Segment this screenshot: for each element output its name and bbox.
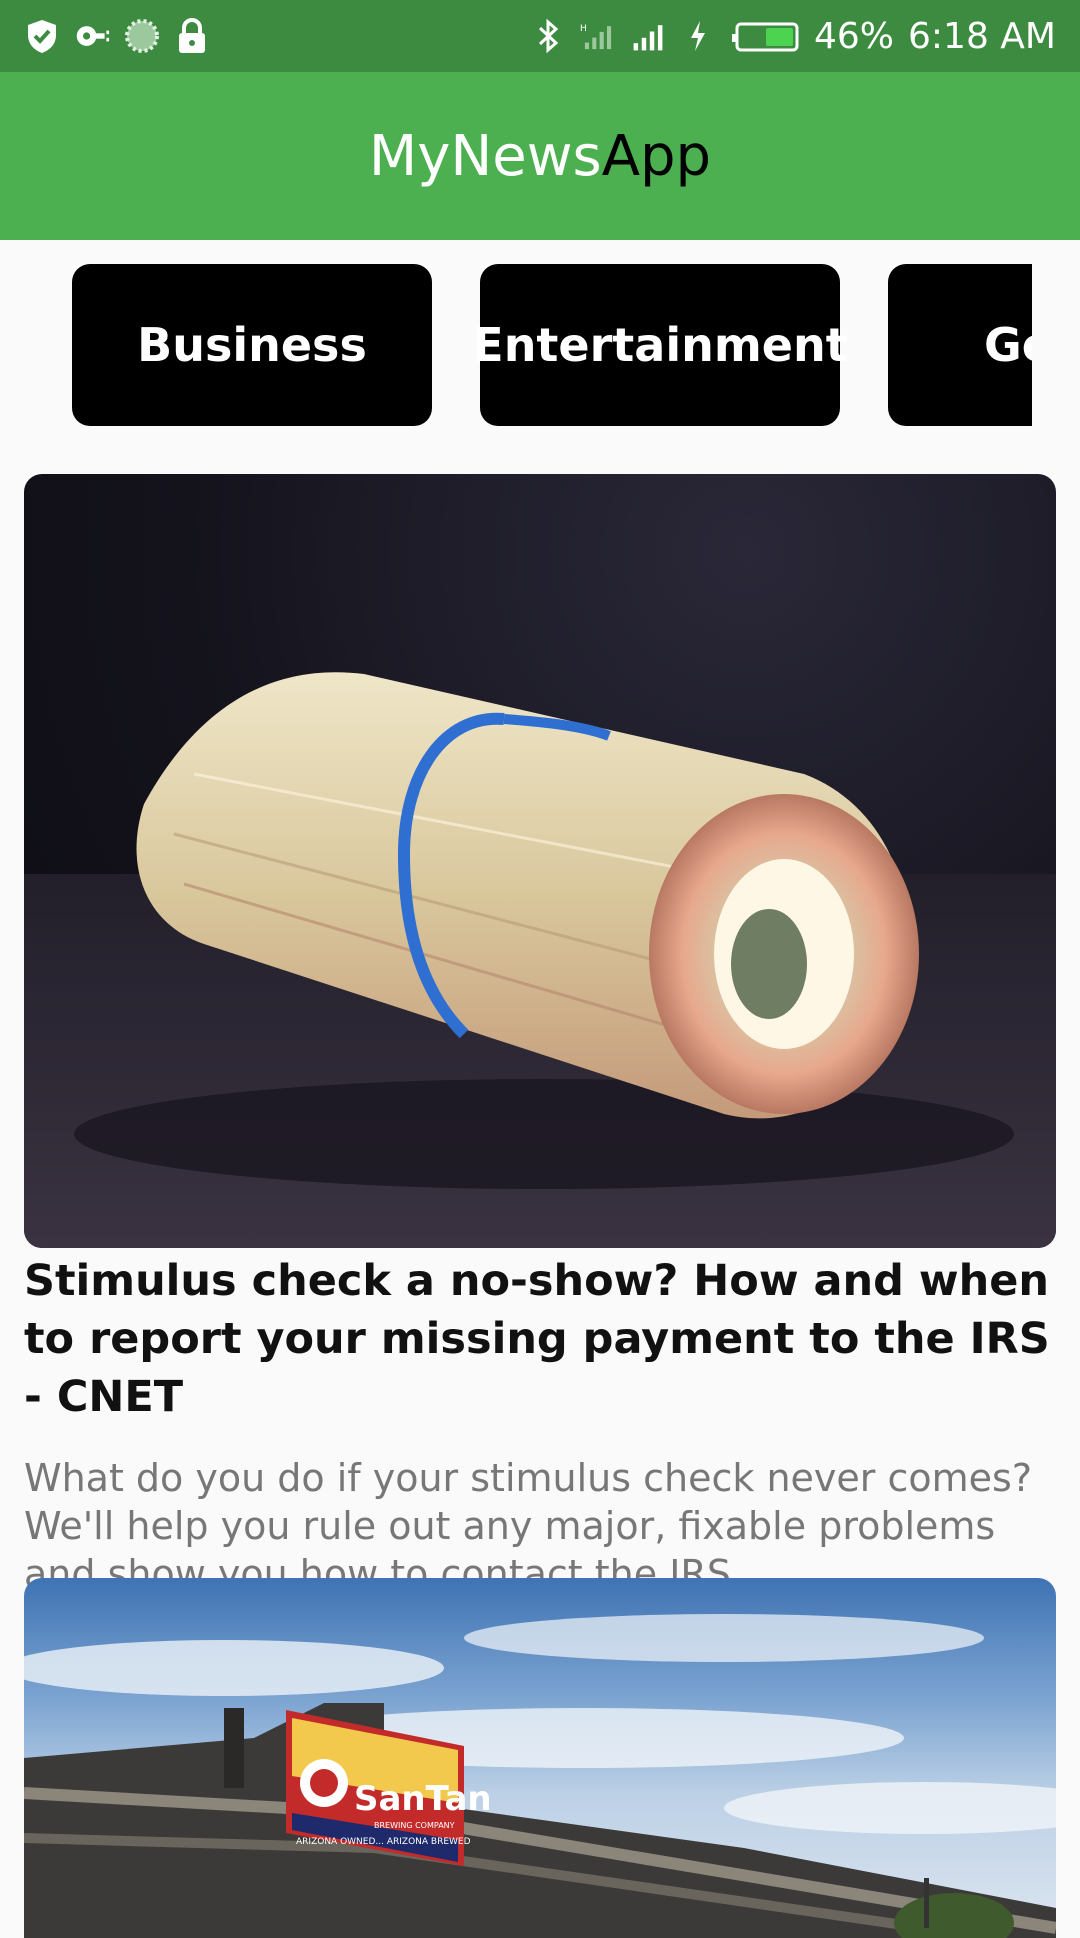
article-card[interactable]: Stimulus check a no-show? How and when t…: [24, 474, 1056, 1598]
signal-icon: [630, 18, 666, 54]
sign-brand: SanTan: [354, 1779, 492, 1819]
app-bar: MyNews App: [0, 72, 1080, 240]
battery-icon: [730, 18, 800, 54]
status-bar: H 46% 6:18 AM: [0, 0, 1080, 72]
clock: 6:18 AM: [908, 15, 1056, 57]
category-business-button[interactable]: Business: [72, 264, 432, 426]
battery-percent: 46%: [814, 15, 895, 57]
category-entertainment-button[interactable]: Entertainment: [472, 264, 848, 426]
key-icon: [74, 18, 110, 54]
svg-text:H: H: [580, 24, 587, 34]
signal-icon: H: [580, 18, 616, 54]
article-card[interactable]: SanTan BREWING COMPANY ARIZONA OWNED... …: [24, 1578, 1056, 1938]
charging-icon: [680, 18, 716, 54]
article-description: What do you do if your stimulus check ne…: [24, 1456, 1033, 1596]
status-left-icons: [24, 18, 210, 54]
loading-icon: [124, 18, 160, 54]
app-title-part1: MyNews: [368, 123, 602, 189]
sign-line2: ARIZONA OWNED... ARIZONA BREWED: [296, 1837, 471, 1847]
santan-brewery-building-image[interactable]: SanTan BREWING COMPANY ARIZONA OWNED... …: [24, 1578, 1056, 1938]
sign-line1: BREWING COMPANY: [374, 1821, 455, 1830]
bluetooth-icon: [530, 18, 566, 54]
status-right-icons: H 46% 6:18 AM: [530, 16, 1056, 57]
category-general-button[interactable]: Ge: [888, 264, 1032, 426]
rolled-dollar-bills-image[interactable]: [24, 474, 1056, 1248]
lock-icon: [174, 18, 210, 54]
shield-icon: [24, 18, 60, 54]
article-title[interactable]: Stimulus check a no-show? How and when t…: [24, 1252, 1056, 1426]
app-title-part2: App: [601, 123, 712, 189]
category-list[interactable]: Business Entertainment Ge: [0, 264, 1032, 426]
